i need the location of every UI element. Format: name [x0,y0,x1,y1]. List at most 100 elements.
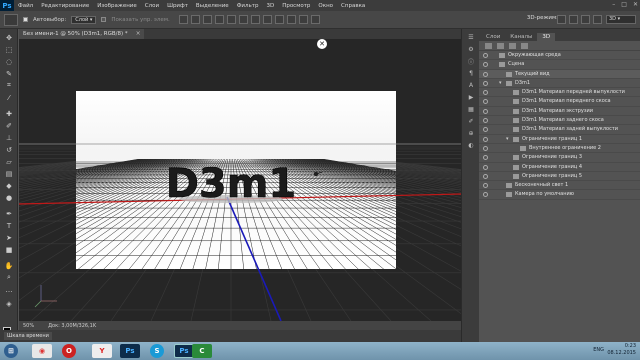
scene-tree-row[interactable]: Ограничение границ 3 [479,153,640,163]
3d-text-object[interactable]: D3m1 [165,161,297,208]
timeline-tab[interactable]: Шкала времени [4,332,52,340]
properties-panel-icon[interactable]: ⚙ [466,45,476,54]
autoselect-checkbox[interactable] [23,17,28,22]
visibility-eye-icon[interactable] [483,80,488,86]
distribute-bottom-icon[interactable] [274,15,284,24]
meshes-filter-icon[interactable] [497,42,504,49]
opera-taskbar-icon[interactable]: O [62,344,76,358]
menu-item[interactable]: Слои [141,3,163,9]
dodge-tool-icon[interactable]: ● [4,193,14,202]
tab-layers[interactable]: Слои [481,33,505,41]
visibility-eye-icon[interactable] [483,118,488,124]
menu-item[interactable]: Редактирование [37,3,93,9]
align-bottom-icon[interactable] [202,15,212,24]
menu-item[interactable]: Изображение [93,3,141,9]
yandex-taskbar-icon[interactable]: Y [92,344,112,358]
tab-channels[interactable]: Каналы [505,33,537,41]
scene-tree-row[interactable]: Сцена [479,60,640,70]
scene-tree-row[interactable]: ▾ Ограничение границ 1 [479,135,640,144]
gradient-tool-icon[interactable]: ▤ [4,169,14,178]
visibility-eye-icon[interactable] [483,192,488,198]
close-button[interactable]: ✕ [633,1,638,8]
photoshop-2-taskbar-icon[interactable]: Ps [174,344,194,358]
scene-tree-row[interactable]: Бесконечный свет 1 [479,181,640,191]
lights-filter-icon[interactable] [521,42,528,49]
visibility-eye-icon[interactable] [483,127,488,133]
healing-tool-icon[interactable]: ✚ [4,109,14,118]
align-left-icon[interactable] [214,15,224,24]
move-tool-icon[interactable]: ✥ [4,33,14,42]
autoselect-dropdown[interactable]: Слой ▾ [71,15,97,24]
workspace-dropdown[interactable]: 3D ▾ [606,15,636,24]
menu-item[interactable]: Выделение [192,3,233,9]
visibility-eye-icon[interactable] [483,183,488,189]
scene-tree-row[interactable]: D3m1 Материал передней выпуклости [479,88,640,98]
scene-tree-row[interactable]: ▾ D3m1 [479,79,640,89]
scene-tree-row[interactable]: D3m1 Материал переднего скоса [479,97,640,107]
materials-filter-icon[interactable] [509,42,516,49]
tab-3d[interactable]: 3D [537,33,556,41]
type-tool-icon[interactable]: T [4,221,14,230]
menu-item[interactable]: 3D [262,3,278,9]
scene-tree-row[interactable]: D3m1 Материал задней выпуклости [479,125,640,135]
history-panel-icon[interactable]: ☰ [466,33,476,42]
photoshop-taskbar-icon[interactable]: Ps [120,344,140,358]
visibility-eye-icon[interactable] [483,99,488,105]
zoom-level[interactable]: 50% [23,323,34,329]
menu-item[interactable]: Просмотр [278,3,314,9]
align-center-icon[interactable] [226,15,236,24]
eraser-tool-icon[interactable]: ▱ [4,157,14,166]
camtasia-taskbar-icon[interactable]: C [192,344,212,358]
visibility-eye-icon[interactable] [483,90,488,96]
clone-source-panel-icon[interactable]: ⊕ [466,129,476,138]
path-select-tool-icon[interactable]: ➤ [4,233,14,242]
info-panel-icon[interactable]: ⓘ [466,57,476,66]
blur-tool-icon[interactable]: ◆ [4,181,14,190]
brush-tool-icon[interactable]: ✐ [4,121,14,130]
rotate-3d-icon[interactable] [557,15,566,24]
distribute-middle-icon[interactable] [262,15,272,24]
visibility-eye-icon[interactable] [483,62,488,68]
marquee-tool-icon[interactable]: ⬚ [4,45,14,54]
scene-tree-row[interactable]: Ограничение границ 4 [479,163,640,172]
crop-tool-icon[interactable]: ⌗ [4,81,14,90]
lasso-tool-icon[interactable]: ◌ [4,57,14,66]
brush-panel-icon[interactable]: ✐ [466,117,476,126]
eyedropper-tool-icon[interactable]: ⁄ [4,93,14,102]
visibility-eye-icon[interactable] [483,145,488,151]
align-middle-icon[interactable] [190,15,200,24]
visibility-eye-icon[interactable] [483,53,488,58]
visibility-eye-icon[interactable] [483,136,488,142]
distribute-right-icon[interactable] [310,15,320,24]
document-tab[interactable]: Без имени-1 @ 50% (D3m1, RGB/8) * × [19,29,144,39]
expand-toggle-icon[interactable]: ▾ [499,79,502,88]
whole-scene-filter-icon[interactable] [485,42,492,49]
more-tools-icon[interactable]: … [4,285,14,294]
slide-3d-icon[interactable] [593,15,602,24]
swatches-panel-icon[interactable]: ▦ [466,105,476,114]
paragraph-panel-icon[interactable]: ¶ [466,69,476,78]
menu-item[interactable]: Шрифт [163,3,192,9]
3d-tool-icon[interactable]: ◈ [4,299,14,308]
scene-tree-row[interactable]: Текущий вид [479,69,640,79]
skype-taskbar-icon[interactable]: S [150,344,164,358]
drag-3d-icon[interactable] [581,15,590,24]
menu-item[interactable]: Окно [314,3,337,9]
menu-item[interactable]: Справка [337,3,369,9]
scene-tree-row[interactable]: Ограничение границ 5 [479,172,640,182]
3d-scene[interactable]: D3m1 [19,39,461,321]
system-clock[interactable]: 0:23 08.12.2015 [607,343,636,357]
quick-select-tool-icon[interactable]: ✎ [4,69,14,78]
language-indicator[interactable]: ENG [593,347,604,353]
zoom-tool-icon[interactable]: ⌕ [4,273,14,282]
align-right-icon[interactable] [238,15,248,24]
history-brush-tool-icon[interactable]: ↺ [4,145,14,154]
stamp-tool-icon[interactable]: ⊥ [4,133,14,142]
roll-3d-icon[interactable] [569,15,578,24]
visibility-eye-icon[interactable] [483,173,488,179]
document-close-icon[interactable]: × [136,29,141,39]
scene-tree-row[interactable]: Камера по умолчанию [479,190,640,200]
pen-tool-icon[interactable]: ✒ [4,209,14,218]
shape-tool-icon[interactable]: ■ [4,245,14,254]
scene-tree-row[interactable]: Внутреннее ограничение 2 [479,144,640,154]
